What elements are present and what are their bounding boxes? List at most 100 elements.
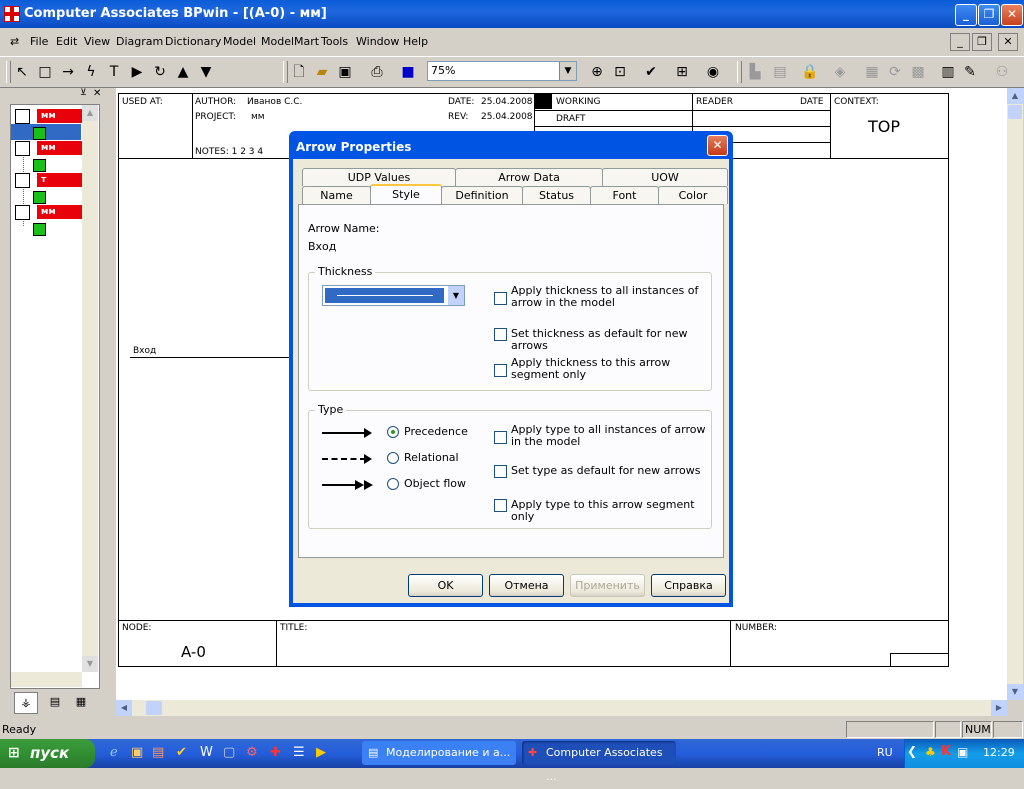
object-flow-radio[interactable] [387,478,399,490]
tab-color[interactable]: Color [658,186,728,204]
arrow-tool-icon[interactable]: → [58,62,78,82]
pointer-tool-icon[interactable]: ↖ [12,62,32,82]
start-button[interactable]: ⊞ пуск [0,739,95,768]
ok-button[interactable]: OK [408,574,483,597]
diagram-node-icon[interactable] [33,191,46,204]
users-icon[interactable]: ⚇ [992,62,1012,82]
thickness-select[interactable]: ▼ [322,285,465,306]
menu-help[interactable]: Help [403,35,428,48]
ie-icon[interactable]: ℯ [110,745,118,760]
scroll-thumb[interactable] [1008,105,1022,119]
mdi-restore-button[interactable]: ❐ [972,33,992,51]
panel-close-icon[interactable]: ✕ [93,88,101,99]
task-word-doc[interactable]: ▤ Моделирование и а... [362,741,516,765]
scroll-left-icon[interactable]: ◀ [116,700,132,716]
navigator-icon[interactable]: ◉ [703,62,723,82]
vertical-scrollbar[interactable]: ▲ ▼ [1007,88,1023,700]
minimize-button[interactable]: _ [955,4,977,26]
go-down-icon[interactable]: ▼ [196,62,216,82]
diagram-node-icon[interactable] [33,127,46,140]
menu-edit[interactable]: Edit [56,35,77,48]
activities-tab-icon[interactable]: ⚶ [14,692,38,714]
thickness-segment-checkbox[interactable] [494,364,507,377]
zoom-in-icon[interactable]: ⊕ [587,62,607,82]
model-explorer-icon[interactable]: ⊞ [672,62,692,82]
mm-library-icon[interactable]: ▦ [862,62,882,82]
diagram-node-icon[interactable] [33,159,46,172]
tab-name[interactable]: Name [302,186,371,204]
quicklaunch-icon[interactable]: ▣ [131,745,143,760]
task-bpwin[interactable]: ✚ Computer Associates ... [522,741,676,783]
new-file-icon[interactable]: 🗋 [289,62,309,82]
mdi-minimize-button[interactable]: _ [950,33,970,51]
tab-style[interactable]: Style [370,184,442,205]
objects-tab-icon[interactable]: ▦ [70,692,92,712]
mm-sync-icon[interactable]: ⟳ [885,62,905,82]
menu-diagram[interactable]: Diagram [116,35,163,48]
quicklaunch-icon[interactable]: ✔ [176,745,187,760]
tree-item[interactable]: т [15,173,90,188]
relational-radio[interactable] [387,452,399,464]
box-tool-icon[interactable]: □ [35,62,55,82]
menu-dictionary[interactable]: Dictionary [165,35,221,48]
go-up-icon[interactable]: ▲ [173,62,193,82]
tree-item[interactable]: мм [15,205,90,220]
tray-icon[interactable]: ♣ [925,745,936,759]
scroll-thumb[interactable] [146,701,162,715]
menu-view[interactable]: View [84,35,110,48]
mm-connect-icon[interactable]: ▙ [745,62,765,82]
quicklaunch-icon[interactable]: ⚙ [246,745,258,760]
dialog-close-button[interactable]: ✕ [707,135,728,156]
type-default-checkbox[interactable] [494,465,507,478]
tab-uow[interactable]: UOW [602,168,728,186]
mdi-close-button[interactable]: ✕ [998,33,1018,51]
horizontal-scrollbar[interactable]: ◀ ▶ [116,700,1007,716]
arrow-label[interactable]: Вход [133,346,156,356]
restore-button[interactable]: ❐ [978,4,1000,26]
menu-modelmart[interactable]: ModelMart [261,35,319,48]
mm-save-icon[interactable]: ▤ [770,62,790,82]
window-title-bar[interactable]: Computer Associates BPwin - [(A-0) - мм]… [0,0,1024,28]
clock[interactable]: 12:29 [983,746,1015,759]
type-segment-checkbox[interactable] [494,499,507,512]
menu-model[interactable]: Model [223,35,256,48]
menu-file[interactable]: File [30,35,48,48]
tree-vertical-scrollbar[interactable]: ▲ ▼ [82,105,98,672]
print-icon[interactable]: ⎙ [367,62,387,82]
menu-tools[interactable]: Tools [321,35,348,48]
scroll-up-icon[interactable]: ▲ [82,105,98,121]
thickness-default-checkbox[interactable] [494,328,507,341]
apply-button[interactable]: Применить [570,574,645,597]
scroll-right-icon[interactable]: ▶ [991,700,1007,716]
open-folder-icon[interactable]: ▰ [312,62,332,82]
tab-font[interactable]: Font [590,186,659,204]
tab-status[interactable]: Status [522,186,591,204]
bpwin-icon[interactable]: ✚ [270,745,281,760]
cancel-button[interactable]: Отмена [489,574,564,597]
diagrams-tab-icon[interactable]: ▤ [44,692,66,712]
app-icon[interactable] [4,6,20,22]
close-button[interactable]: ✕ [1001,4,1023,26]
quicklaunch-icon[interactable]: ▢ [223,745,235,760]
zoom-select[interactable]: 75% ▼ [427,61,577,81]
tree-item[interactable]: мм [15,141,90,156]
tray-icon[interactable]: ▣ [957,745,968,759]
antivirus-icon[interactable]: K [941,744,951,759]
mm-grid-icon[interactable]: ▩ [908,62,928,82]
squiggle-tool-icon[interactable]: ϟ [81,62,101,82]
document-icon[interactable]: ⇄ [10,35,19,48]
refresh-icon[interactable]: ↻ [150,62,170,82]
tray-expand-icon[interactable]: ❮ [907,744,917,758]
go-to-child-icon[interactable]: ▶ [127,62,147,82]
options-icon[interactable]: ✎ [960,62,980,82]
zoom-fit-icon[interactable]: ⊡ [610,62,630,82]
model-tree[interactable]: мм мм т мм ▲ ▼ [10,104,100,689]
menu-window[interactable]: Window [356,35,399,48]
type-all-instances-checkbox[interactable] [494,431,507,444]
chevron-down-icon[interactable]: ▼ [559,62,576,80]
tree-horizontal-scrollbar[interactable] [11,672,82,687]
quicklaunch-icon[interactable]: ▤ [152,745,164,760]
text-tool-icon[interactable]: T [104,62,124,82]
scroll-up-icon[interactable]: ▲ [1007,88,1023,104]
tab-arrow-data[interactable]: Arrow Data [455,168,603,186]
